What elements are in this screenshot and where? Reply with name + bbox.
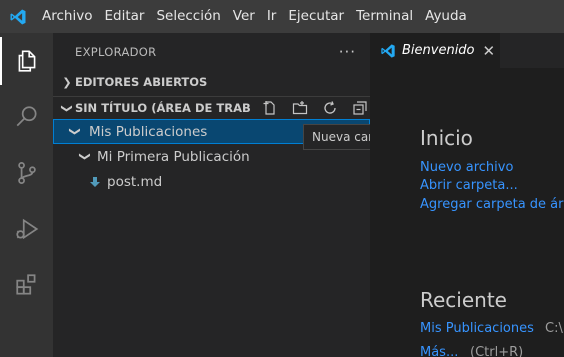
workspace-actions	[261, 99, 369, 117]
more-actions-icon[interactable]: ···	[339, 43, 356, 61]
search-icon[interactable]	[0, 89, 53, 145]
more-shortcut: (Ctrl+R)	[470, 345, 524, 357]
explorer-title: EXPLORADOR	[75, 45, 157, 59]
chevron-down-icon: ❯	[60, 103, 74, 113]
start-heading: Inicio	[420, 126, 473, 150]
workspace-section[interactable]: ❯ SIN TÍTULO (ÁREA DE TRAB...	[53, 96, 370, 119]
menu-seleccion[interactable]: Selección	[150, 0, 226, 33]
tree-file-post-md[interactable]: post.md	[53, 169, 370, 194]
new-folder-icon[interactable]	[291, 99, 309, 117]
menu-bar: Archivo Editar Selección Ver Ir Ejecutar…	[36, 0, 473, 33]
chevron-down-icon: ❯	[68, 126, 82, 137]
close-icon[interactable]: ✕	[483, 42, 496, 60]
welcome-page: Inicio Nuevo archivo Abrir carpeta... Ag…	[370, 68, 564, 357]
explorer-header: EXPLORADOR ···	[53, 33, 370, 71]
new-file-link[interactable]: Nuevo archivo	[420, 160, 513, 175]
markdown-file-icon	[87, 176, 103, 188]
menu-editar[interactable]: Editar	[98, 0, 150, 33]
tree-item-label: Mis Publicaciones	[89, 123, 208, 140]
explorer-icon[interactable]	[0, 33, 53, 89]
open-editors-label: EDITORES ABIERTOS	[75, 75, 208, 89]
chevron-down-icon: ❯	[78, 151, 92, 162]
menu-ir[interactable]: Ir	[261, 0, 283, 33]
title-bar: Archivo Editar Selección Ver Ir Ejecutar…	[0, 0, 564, 33]
chevron-right-icon: ❯	[62, 75, 72, 89]
activity-bar	[0, 33, 53, 357]
tab-bienvenido[interactable]: Bienvenido ✕	[370, 33, 500, 68]
run-debug-icon[interactable]	[0, 201, 53, 257]
explorer-sidebar: EXPLORADOR ··· ❯ EDITORES ABIERTOS ❯ SIN…	[53, 33, 370, 357]
new-file-icon[interactable]	[261, 99, 279, 117]
open-editors-section[interactable]: ❯ EDITORES ABIERTOS	[53, 71, 370, 93]
editor-tabs: Bienvenido ✕	[370, 33, 564, 68]
recent-item-path: C:\	[545, 321, 563, 336]
tree-item-label: Mi Primera Publicación	[97, 148, 250, 165]
recent-item-link[interactable]: Mis Publicaciones	[420, 321, 534, 336]
menu-ejecutar[interactable]: Ejecutar	[282, 0, 350, 33]
tree-item-label: post.md	[107, 173, 163, 190]
source-control-icon[interactable]	[0, 145, 53, 201]
refresh-icon[interactable]	[321, 99, 339, 117]
open-folder-link[interactable]: Abrir carpeta...	[420, 178, 518, 193]
menu-archivo[interactable]: Archivo	[36, 0, 98, 33]
collapse-all-icon[interactable]	[351, 99, 369, 117]
recent-heading: Reciente	[420, 288, 507, 312]
vscode-logo-icon	[0, 0, 36, 33]
more-recent-link[interactable]: Más...	[420, 345, 458, 357]
extensions-icon[interactable]	[0, 257, 53, 313]
tab-label: Bienvenido	[402, 43, 475, 58]
menu-ver[interactable]: Ver	[227, 0, 261, 33]
workspace-label: SIN TÍTULO (ÁREA DE TRAB...	[75, 101, 251, 115]
vscode-tab-icon	[380, 43, 396, 59]
menu-ayuda[interactable]: Ayuda	[419, 0, 473, 33]
add-workspace-folder-link[interactable]: Agregar carpeta de área	[420, 197, 564, 212]
menu-terminal[interactable]: Terminal	[350, 0, 419, 33]
